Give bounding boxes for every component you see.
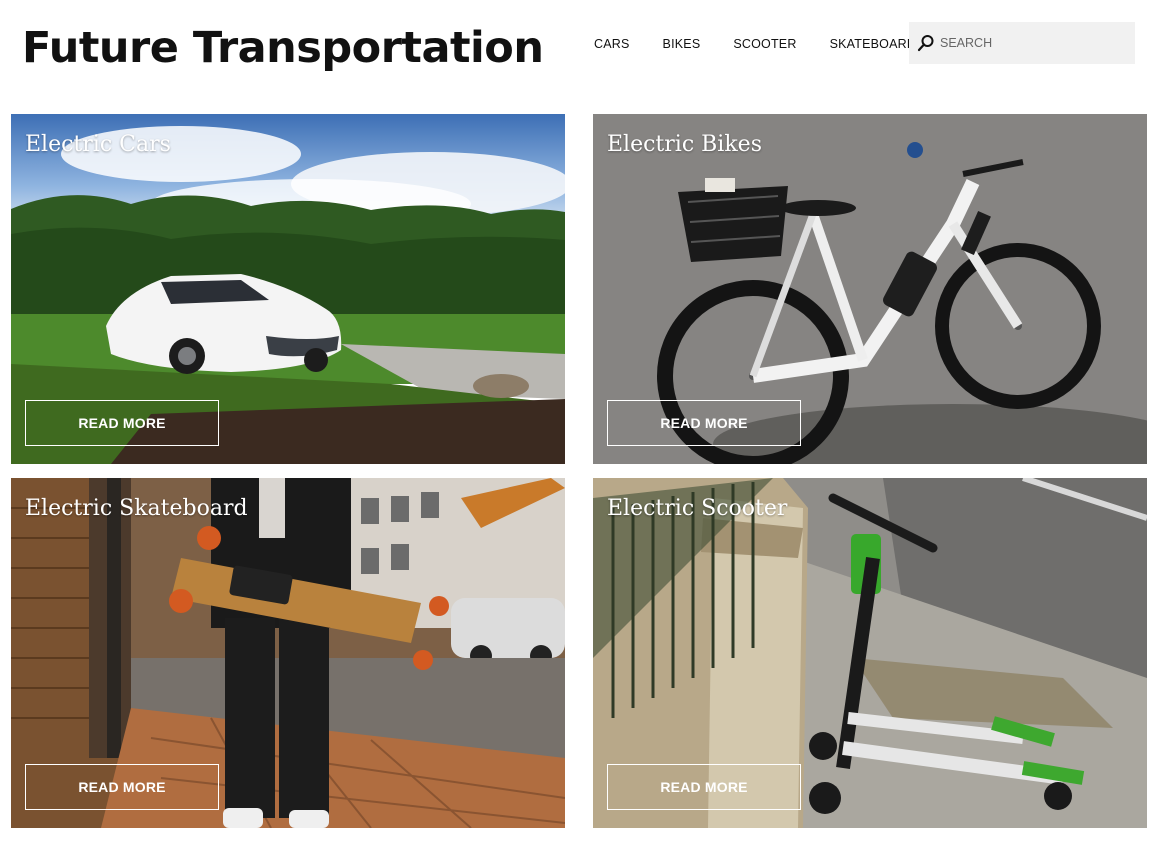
nav-item-scooter[interactable]: SCOOTER — [733, 37, 796, 51]
read-more-button[interactable]: READ MORE — [25, 764, 219, 810]
search-icon[interactable] — [917, 34, 935, 52]
nav-item-skateboard[interactable]: SKATEBOARD — [830, 37, 917, 51]
nav-item-bikes[interactable]: BIKES — [663, 37, 701, 51]
read-more-button[interactable]: READ MORE — [607, 764, 801, 810]
card-title[interactable]: Electric Scooter — [607, 492, 787, 526]
page: Future Transportation CARS BIKES SCOOTER… — [0, 0, 1160, 844]
read-more-button[interactable]: READ MORE — [607, 400, 801, 446]
read-more-button[interactable]: READ MORE — [25, 400, 219, 446]
card-electric-bikes[interactable]: Electric Bikes READ MORE — [593, 114, 1147, 464]
card-electric-skateboard[interactable]: Electric Skateboard READ MORE — [11, 478, 565, 828]
site-title[interactable]: Future Transportation — [22, 20, 544, 76]
search-input[interactable] — [940, 36, 1130, 50]
card-title[interactable]: Electric Skateboard — [25, 492, 248, 526]
card-title[interactable]: Electric Bikes — [607, 128, 762, 162]
card-title[interactable]: Electric Cars — [25, 128, 171, 162]
main-nav: CARS BIKES SCOOTER SKATEBOARD — [594, 34, 949, 54]
nav-item-cars[interactable]: CARS — [594, 37, 630, 51]
card-electric-cars[interactable]: Electric Cars READ MORE — [11, 114, 565, 464]
card-electric-scooter[interactable]: Electric Scooter READ MORE — [593, 478, 1147, 828]
search-box[interactable] — [909, 22, 1135, 64]
